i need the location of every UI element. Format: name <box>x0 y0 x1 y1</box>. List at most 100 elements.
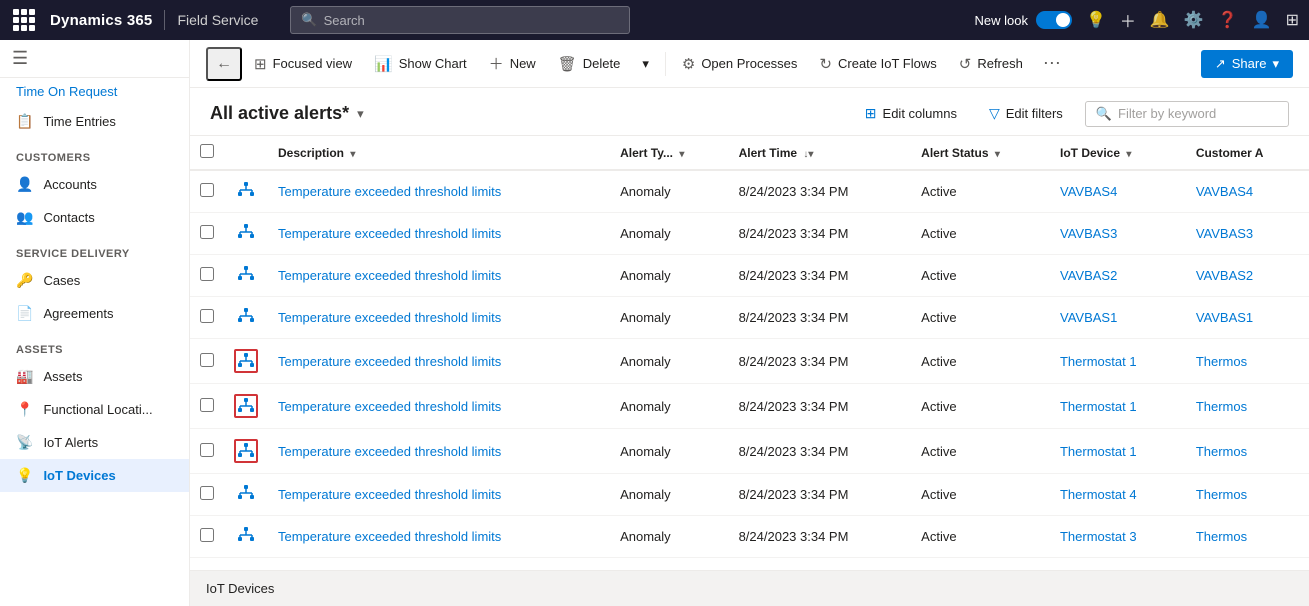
row-checkbox[interactable] <box>200 225 214 239</box>
row-iot-device[interactable]: VAVBAS3 <box>1050 213 1186 255</box>
row-checkbox[interactable] <box>200 528 214 542</box>
list-title: All active alerts* <box>210 103 349 124</box>
user-icon[interactable]: 👤 <box>1252 10 1272 30</box>
row-checkbox-cell[interactable] <box>190 213 224 255</box>
create-iot-flows-button[interactable]: ↻ Create IoT Flows <box>809 49 946 79</box>
row-checkbox[interactable] <box>200 267 214 281</box>
row-iot-device[interactable]: Thermostat 3 <box>1050 516 1186 558</box>
new-button[interactable]: ＋ New <box>479 47 546 80</box>
sidebar-item-agreements[interactable]: 📄 Agreements <box>0 297 189 330</box>
search-bar[interactable]: 🔍 <box>290 6 630 34</box>
row-customer[interactable]: Thermos <box>1186 516 1309 558</box>
row-checkbox[interactable] <box>200 353 214 367</box>
row-checkbox[interactable] <box>200 443 214 457</box>
delete-label: Delete <box>583 56 621 71</box>
iot-device-header[interactable]: IoT Device ▾ <box>1050 136 1186 170</box>
row-description[interactable]: Temperature exceeded threshold limits <box>268 297 610 339</box>
table-row: Temperature exceeded threshold limits An… <box>190 384 1309 429</box>
help-icon[interactable]: ❓ <box>1218 10 1238 30</box>
row-customer[interactable]: VAVBAS3 <box>1186 213 1309 255</box>
row-iot-device[interactable]: VAVBAS4 <box>1050 170 1186 213</box>
row-checkbox-cell[interactable] <box>190 474 224 516</box>
row-description[interactable]: Temperature exceeded threshold limits <box>268 339 610 384</box>
list-title-dropdown[interactable]: ▾ <box>357 106 364 122</box>
row-checkbox-cell[interactable] <box>190 516 224 558</box>
row-iot-device[interactable]: Thermostat 1 <box>1050 429 1186 474</box>
share-button[interactable]: ↗ Share ▾ <box>1201 50 1293 78</box>
row-icon-cell <box>224 213 268 255</box>
alert-type-header[interactable]: Alert Ty... ▾ <box>610 136 728 170</box>
sidebar-item-contacts[interactable]: 👥 Contacts <box>0 201 189 234</box>
row-description[interactable]: Temperature exceeded threshold limits <box>268 384 610 429</box>
sidebar-item-iot-alerts[interactable]: 📡 IoT Alerts <box>0 426 189 459</box>
notification-icon[interactable]: 🔔 <box>1150 10 1170 30</box>
keyword-filter-input[interactable] <box>1118 106 1278 121</box>
row-description[interactable]: Temperature exceeded threshold limits <box>268 255 610 297</box>
refresh-button[interactable]: ↺ Refresh <box>949 49 1033 79</box>
new-look-switch[interactable] <box>1036 11 1072 29</box>
row-description[interactable]: Temperature exceeded threshold limits <box>268 516 610 558</box>
search-input[interactable] <box>324 13 620 28</box>
row-iot-device[interactable]: Thermostat 1 <box>1050 384 1186 429</box>
row-customer[interactable]: Thermos <box>1186 339 1309 384</box>
row-description[interactable]: Temperature exceeded threshold limits <box>268 213 610 255</box>
row-customer[interactable]: Thermos <box>1186 384 1309 429</box>
row-customer[interactable]: Thermos <box>1186 474 1309 516</box>
row-customer[interactable]: Thermos <box>1186 429 1309 474</box>
row-customer[interactable]: VAVBAS1 <box>1186 297 1309 339</box>
row-iot-device[interactable]: Thermostat 4 <box>1050 474 1186 516</box>
row-checkbox-cell[interactable] <box>190 429 224 474</box>
focused-view-button[interactable]: ⊞ Focused view <box>244 49 362 79</box>
sidebar-item-time-entries[interactable]: 📋 Time Entries <box>0 105 189 138</box>
row-checkbox[interactable] <box>200 486 214 500</box>
select-all-checkbox[interactable] <box>200 144 214 158</box>
row-iot-device[interactable]: VAVBAS2 <box>1050 255 1186 297</box>
time-entries-icon: 📋 <box>16 113 33 130</box>
row-checkbox-cell[interactable] <box>190 170 224 213</box>
show-chart-button[interactable]: 📊 Show Chart <box>364 49 477 79</box>
add-icon[interactable]: ＋ <box>1120 8 1136 32</box>
row-checkbox-cell[interactable] <box>190 255 224 297</box>
row-iot-device[interactable]: VAVBAS1 <box>1050 297 1186 339</box>
back-button[interactable]: ← <box>206 47 242 81</box>
sidebar-item-assets[interactable]: 🏭 Assets <box>0 360 189 393</box>
keyword-filter[interactable]: 🔍 <box>1085 101 1289 127</box>
create-iot-flows-label: Create IoT Flows <box>838 56 937 71</box>
edit-columns-button[interactable]: ⊞ Edit columns <box>855 100 967 127</box>
sidebar-item-iot-devices[interactable]: 💡 IoT Devices <box>0 459 189 492</box>
row-checkbox[interactable] <box>200 183 214 197</box>
sidebar-item-time-on-request[interactable]: Time On Request <box>0 78 189 105</box>
row-checkbox-cell[interactable] <box>190 339 224 384</box>
dropdown-arrow-button[interactable]: ▾ <box>632 50 659 78</box>
alert-type-sort-icon: ▾ <box>679 149 684 160</box>
edit-filters-button[interactable]: ▽ Edit filters <box>979 100 1073 127</box>
description-header[interactable]: Description ▾ <box>268 136 610 170</box>
row-checkbox-cell[interactable] <box>190 297 224 339</box>
delete-button[interactable]: 🗑 Delete <box>548 49 631 79</box>
hamburger-menu[interactable]: ☰ <box>12 48 28 69</box>
row-alert-time: 8/24/2023 3:34 PM <box>729 516 912 558</box>
app-icon[interactable]: ⊞ <box>1286 10 1299 30</box>
sidebar-item-accounts[interactable]: 👤 Accounts <box>0 168 189 201</box>
row-iot-device[interactable]: Thermostat 1 <box>1050 339 1186 384</box>
row-checkbox-cell[interactable] <box>190 384 224 429</box>
row-description[interactable]: Temperature exceeded threshold limits <box>268 170 610 213</box>
row-customer[interactable]: VAVBAS2 <box>1186 255 1309 297</box>
table-row: Temperature exceeded threshold limits An… <box>190 255 1309 297</box>
row-description[interactable]: Temperature exceeded threshold limits <box>268 429 610 474</box>
open-processes-button[interactable]: ⚙ Open Processes <box>672 49 808 79</box>
sidebar-item-cases[interactable]: 🔑 Cases <box>0 264 189 297</box>
settings-icon[interactable]: ⚙️ <box>1184 10 1204 30</box>
select-all-header[interactable] <box>190 136 224 170</box>
row-customer[interactable]: VAVBAS4 <box>1186 170 1309 213</box>
alert-status-header[interactable]: Alert Status ▾ <box>911 136 1050 170</box>
row-checkbox[interactable] <box>200 398 214 412</box>
row-checkbox[interactable] <box>200 309 214 323</box>
waffle-menu[interactable] <box>10 6 38 34</box>
alert-time-header[interactable]: Alert Time ↓▾ <box>729 136 912 170</box>
more-options-button[interactable]: ⋯ <box>1035 47 1069 80</box>
lightbulb-icon[interactable]: 💡 <box>1086 10 1106 30</box>
sidebar-section-customers: Customers 👤 Accounts 👥 Contacts <box>0 138 189 234</box>
sidebar-item-functional-locations[interactable]: 📍 Functional Locati... <box>0 393 189 426</box>
row-description[interactable]: Temperature exceeded threshold limits <box>268 474 610 516</box>
